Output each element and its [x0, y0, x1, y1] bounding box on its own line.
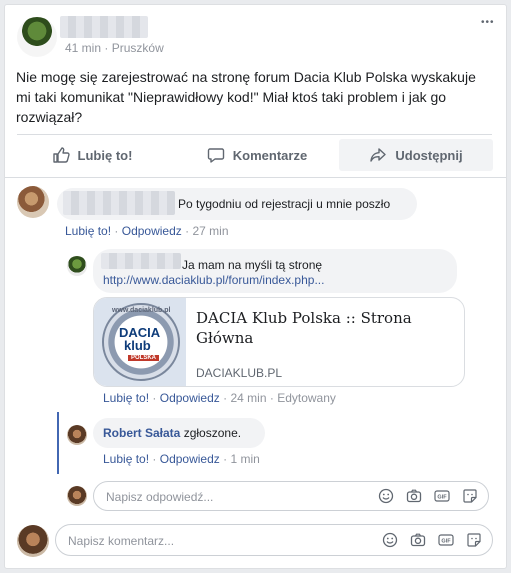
reply-text: Ja mam na myśli tą stronę: [182, 258, 323, 272]
post-author-avatar[interactable]: [17, 17, 57, 57]
reply-like-link[interactable]: Lubię to!: [103, 391, 149, 405]
dacia-klub-logo: www.daciaklub.pl DACIA klub POLSKA: [102, 303, 180, 381]
post-author-name-blurred[interactable]: [60, 16, 148, 38]
reply-reply-link[interactable]: Odpowiedz: [160, 391, 220, 405]
comment-time[interactable]: 27 min: [192, 224, 228, 238]
post-meta: 41 min · Pruszków: [65, 41, 164, 55]
link-preview-card[interactable]: www.daciaklub.pl DACIA klub POLSKA DACIA…: [93, 297, 465, 387]
comment-text: Po tygodniu od rejestracji u mnie poszło: [178, 197, 391, 211]
post-text: Nie mogę się zarejestrować na stronę for…: [16, 69, 476, 125]
svg-text:GIF: GIF: [437, 495, 447, 501]
sticker-icon[interactable]: [462, 488, 478, 504]
comment-like-link[interactable]: Lubię to!: [65, 224, 111, 238]
camera-icon[interactable]: [410, 532, 426, 548]
robert-time[interactable]: 1 min: [230, 452, 259, 466]
commenter-name-blurred[interactable]: [63, 191, 175, 215]
comment-input-icons: GIF: [382, 532, 482, 548]
reply-time[interactable]: 24 min: [230, 391, 266, 405]
share-arrow-icon: [370, 148, 387, 162]
smiley-icon[interactable]: [382, 532, 398, 548]
comment-button[interactable]: Komentarze: [177, 139, 337, 171]
comment-actions: Lubię to! · Odpowiedz · 27 min: [65, 224, 229, 238]
camera-icon[interactable]: [406, 488, 422, 504]
reply-input[interactable]: Napisz odpowiedź... GIF: [93, 481, 489, 511]
reply-edited[interactable]: Edytowany: [277, 391, 336, 405]
robert-reply-actions: Lubię to! · Odpowiedz · 1 min: [103, 452, 260, 466]
link-preview-domain: DACIAKLUB.PL: [196, 366, 283, 380]
share-button[interactable]: Udostępnij: [339, 139, 493, 171]
divider: [17, 134, 492, 135]
highlight-bar: [57, 412, 59, 474]
reply-input-icons: GIF: [378, 488, 478, 504]
speech-bubble-icon: [207, 148, 224, 163]
link-preview-image: www.daciaklub.pl DACIA klub POLSKA: [94, 298, 186, 386]
gif-icon[interactable]: GIF: [434, 488, 450, 504]
current-user-avatar: [17, 525, 49, 557]
post-location[interactable]: Pruszków: [112, 41, 164, 55]
robert-name-link[interactable]: Robert Sałata: [103, 426, 180, 440]
more-options-icon[interactable]: •••: [481, 17, 495, 28]
commenter-avatar[interactable]: [17, 186, 49, 218]
thumbs-up-icon: [52, 147, 70, 163]
link-preview-title[interactable]: DACIA Klub Polska :: Strona Główna: [196, 308, 416, 348]
comment-reply-link[interactable]: Odpowiedz: [122, 224, 182, 238]
comment-input[interactable]: Napisz komentarz... GIF: [55, 524, 493, 556]
robert-avatar[interactable]: [67, 425, 87, 445]
post-time[interactable]: 41 min: [65, 41, 101, 55]
robert-like-link[interactable]: Lubię to!: [103, 452, 149, 466]
reply-actions: Lubię to! · Odpowiedz · 24 min · Edytowa…: [103, 391, 336, 405]
gif-icon[interactable]: GIF: [438, 532, 454, 548]
post-card: 41 min · Pruszków ••• Nie mogę się zarej…: [4, 4, 507, 569]
reply-author-name-blurred[interactable]: [101, 253, 181, 269]
reply-author-avatar[interactable]: [67, 256, 87, 276]
robert-comment: Robert Sałata zgłoszone.: [103, 426, 241, 440]
svg-text:GIF: GIF: [441, 539, 451, 545]
smiley-icon[interactable]: [378, 488, 394, 504]
current-user-avatar-small: [67, 486, 87, 506]
like-button[interactable]: Lubię to!: [17, 139, 167, 171]
reply-url-link[interactable]: http://www.daciaklub.pl/forum/index.php.…: [103, 273, 324, 287]
sticker-icon[interactable]: [466, 532, 482, 548]
robert-reply-link[interactable]: Odpowiedz: [160, 452, 220, 466]
robert-comment-text: zgłoszone.: [183, 426, 242, 440]
